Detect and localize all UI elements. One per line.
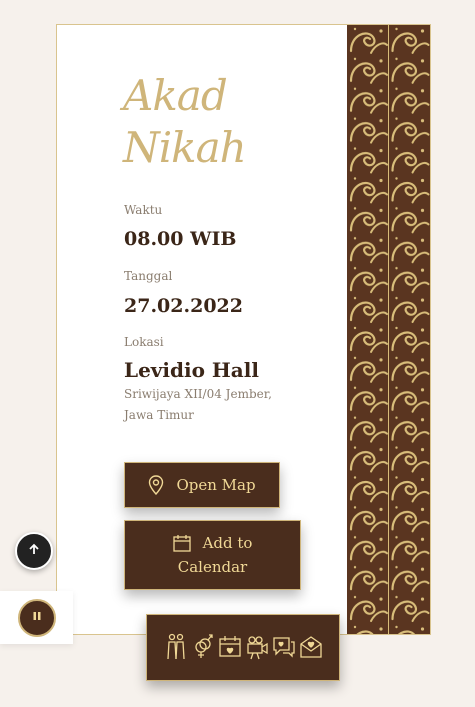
time-value: 08.00 WIB	[124, 228, 236, 250]
date-label: Tanggal	[124, 269, 172, 283]
nav-chat[interactable]	[272, 633, 296, 663]
chat-bubble-icon	[272, 632, 296, 664]
batik-pattern-border	[347, 25, 430, 634]
venue-name: Levidio Hall	[124, 358, 259, 382]
video-camera-icon	[245, 632, 269, 664]
pause-icon	[32, 611, 42, 624]
scroll-to-top-button[interactable]	[15, 532, 53, 570]
add-to-calendar-label-line2: Calendar	[178, 555, 247, 579]
nav-letter[interactable]	[299, 633, 323, 663]
nav-video[interactable]	[245, 633, 269, 663]
nav-date[interactable]	[218, 633, 242, 663]
venue-address: Sriwijaya XII/04 Jember, Jawa Timur	[124, 384, 294, 426]
love-letter-icon	[299, 632, 323, 664]
time-label: Waktu	[124, 203, 162, 217]
add-to-calendar-button[interactable]: Add to Calendar	[124, 520, 301, 590]
arrow-up-icon	[28, 543, 40, 559]
event-title-line1: Akad	[123, 75, 227, 117]
calendar-icon	[173, 534, 191, 552]
nav-rings[interactable]	[191, 633, 215, 663]
music-control-panel	[0, 591, 73, 644]
calendar-heart-icon	[218, 632, 242, 664]
event-title-line2: Nikah	[123, 127, 246, 169]
music-pause-button[interactable]	[18, 599, 56, 637]
add-to-calendar-label-line1: Add to	[203, 531, 253, 555]
map-pin-icon	[148, 475, 164, 495]
open-map-label: Open Map	[176, 473, 255, 497]
location-label: Lokasi	[124, 335, 164, 349]
gender-rings-icon	[192, 632, 214, 664]
bottom-navigation	[146, 614, 340, 681]
date-value: 27.02.2022	[124, 295, 243, 317]
nav-couple[interactable]	[164, 633, 188, 663]
open-map-button[interactable]: Open Map	[124, 462, 280, 508]
couple-icon	[165, 632, 187, 664]
